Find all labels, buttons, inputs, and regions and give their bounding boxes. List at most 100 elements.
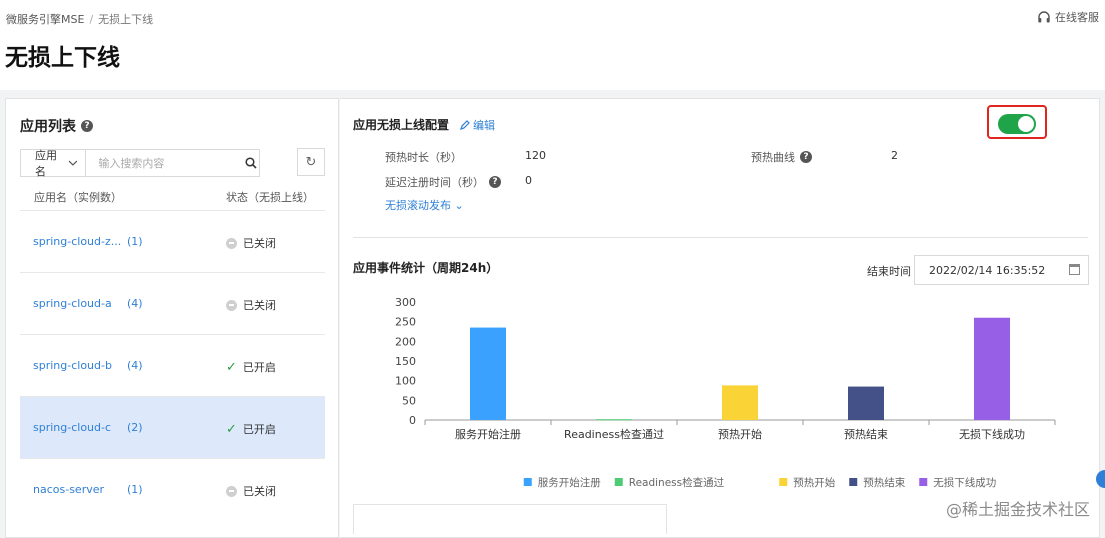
app-row[interactable]: spring-cloud-b (4) ✓ 已开启 (20, 335, 325, 397)
top-bar: 微服务引擎MSE / 无损上下线 无损上下线 在线客服 (0, 0, 1105, 90)
app-row[interactable]: spring-cloud-z... (1) 已关闭 (20, 211, 325, 273)
end-time-picker[interactable]: 2022/02/14 16:35:52 (914, 255, 1089, 285)
breadcrumb-separator: / (89, 13, 94, 26)
app-name-link[interactable]: spring-cloud-b (33, 359, 112, 372)
bar (596, 419, 632, 421)
app-status: 已关闭 (226, 483, 276, 499)
legend-label: 预热结束 (863, 476, 905, 489)
calendar-icon (1069, 264, 1080, 275)
end-time-label: 结束时间 (867, 265, 911, 278)
legend-label: 预热开始 (793, 476, 835, 489)
rolling-release-dropdown[interactable]: 无损滚动发布 ⌄ (385, 197, 464, 213)
warmup-duration-label: 预热时长（秒） (385, 149, 462, 165)
breadcrumb-root-link[interactable]: 微服务引擎MSE (6, 13, 84, 26)
y-tick-label: 150 (395, 355, 416, 368)
search-bar: 应用名 (20, 149, 260, 178)
app-instance-count: (2) (127, 421, 143, 434)
warmup-duration-label-text: 预热时长（秒） (385, 151, 462, 164)
delay-register-label: 延迟注册时间（秒）? (385, 174, 501, 190)
app-list-panel: 应用列表 ? 应用名 ↻ 应用名（实例数） 状态（无损上线） spring-cl… (5, 98, 339, 538)
warmup-curve-value: 2 (891, 149, 898, 162)
online-support-label: 在线客服 (1055, 11, 1099, 24)
toggle-knob (1018, 116, 1034, 132)
legend-swatch (849, 478, 858, 486)
bar (470, 327, 506, 420)
x-tick-label: 预热结束 (844, 428, 888, 441)
page-title: 无损上下线 (5, 45, 120, 71)
lossless-online-toggle[interactable] (998, 114, 1036, 134)
app-row-selected[interactable]: spring-cloud-c (2) ✓ 已开启 (20, 397, 325, 459)
search-input[interactable] (86, 150, 244, 176)
bottom-table-frame (353, 504, 667, 534)
toggle-highlight-frame (987, 105, 1047, 139)
app-status-label: 已关闭 (243, 299, 276, 312)
app-name-link[interactable]: nacos-server (33, 483, 104, 496)
app-instance-count: (1) (127, 235, 143, 248)
chevron-down-icon (68, 160, 77, 166)
disabled-icon (226, 237, 237, 249)
legend-swatch (779, 478, 788, 486)
refresh-button[interactable]: ↻ (297, 148, 325, 176)
y-tick-label: 300 (395, 296, 416, 309)
disabled-icon (226, 299, 237, 311)
app-instance-count: (4) (127, 359, 143, 372)
app-name-link[interactable]: spring-cloud-z... (33, 235, 121, 248)
column-header-status: 状态（无损上线） (226, 191, 314, 204)
help-icon[interactable]: ? (81, 120, 93, 132)
y-tick-label: 100 (395, 375, 416, 388)
app-name-link[interactable]: spring-cloud-c (33, 421, 111, 434)
app-instance-count: (1) (127, 483, 143, 496)
legend-label: 无损下线成功 (933, 476, 996, 489)
headset-icon (1038, 11, 1050, 23)
app-status-label: 已关闭 (243, 237, 276, 250)
breadcrumb-current: 无损上下线 (98, 13, 154, 26)
app-row[interactable]: nacos-server (1) 已关闭 (20, 459, 325, 521)
y-tick-label: 50 (402, 394, 416, 407)
y-tick-label: 200 (395, 335, 416, 348)
app-name-link[interactable]: spring-cloud-a (33, 297, 112, 310)
legend-label: Readiness检查通过 (629, 476, 725, 489)
x-tick-label: 服务开始注册 (455, 427, 521, 441)
edit-button[interactable]: 编辑 (460, 117, 495, 133)
edit-label: 编辑 (473, 119, 495, 132)
app-status: 已关闭 (226, 235, 276, 251)
app-status: ✓ 已开启 (226, 421, 276, 437)
legend-swatch (523, 478, 532, 486)
x-tick-label: 预热开始 (718, 427, 762, 441)
stats-title: 应用事件统计（周期24h） (353, 261, 499, 275)
app-row[interactable]: spring-cloud-a (4) 已关闭 (20, 273, 325, 335)
bar (848, 386, 884, 420)
end-time-value: 2022/02/14 16:35:52 (929, 263, 1046, 277)
table-header: 应用名（实例数） 状态（无损上线） (20, 179, 325, 211)
legend-swatch (614, 478, 623, 486)
app-status: 已关闭 (226, 297, 276, 313)
search-select-value: 应用名 (35, 149, 57, 178)
warmup-curve-label-text: 预热曲线 (751, 151, 795, 164)
warmup-duration-value: 120 (525, 149, 546, 162)
breadcrumb: 微服务引擎MSE / 无损上下线 (6, 11, 153, 27)
rolling-release-label: 无损滚动发布 (385, 199, 451, 212)
delay-register-value: 0 (525, 174, 532, 187)
refresh-icon: ↻ (305, 154, 317, 170)
search-button[interactable] (243, 150, 259, 176)
search-icon (245, 157, 257, 169)
y-tick-label: 0 (409, 414, 416, 427)
y-tick-label: 250 (395, 316, 416, 329)
column-header-name: 应用名（实例数） (34, 191, 122, 204)
config-title: 应用无损上线配置 (353, 118, 450, 132)
divider (353, 237, 1088, 238)
app-status: ✓ 已开启 (226, 359, 276, 375)
online-support-button[interactable]: 在线客服 (1037, 9, 1099, 25)
app-status-label: 已开启 (242, 361, 276, 374)
bar (974, 317, 1010, 420)
checkmark-icon: ✓ (226, 421, 237, 437)
app-list-title-text: 应用列表 (20, 119, 76, 135)
events-bar-chart: 050100150200250300服务开始注册 Readiness检查通过 预热开… (395, 296, 1056, 489)
search-field-select[interactable]: 应用名 (21, 149, 87, 178)
chevron-down-icon: ⌄ (454, 199, 464, 212)
help-icon[interactable]: ? (800, 151, 812, 163)
help-icon[interactable]: ? (489, 176, 501, 188)
x-tick-label: Readiness检查通过 (564, 427, 664, 441)
delay-register-label-text: 延迟注册时间（秒） (385, 176, 484, 189)
app-instance-count: (4) (127, 297, 143, 310)
